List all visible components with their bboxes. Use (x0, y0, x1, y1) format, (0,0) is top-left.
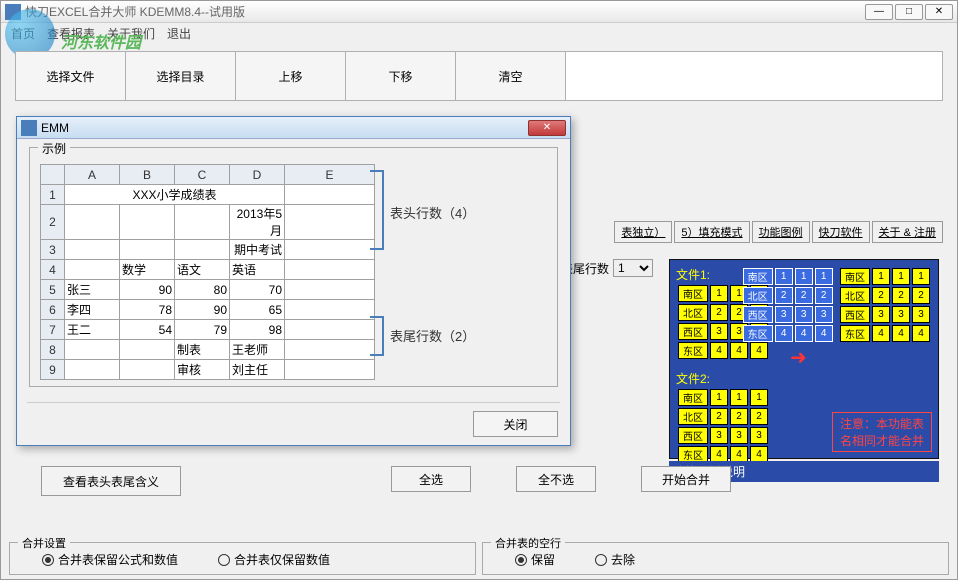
tab-software[interactable]: 快刀软件 (812, 221, 870, 243)
menu-exit[interactable]: 退出 (161, 23, 197, 43)
radio-remove-blank[interactable]: 去除 (595, 551, 635, 568)
select-file-button[interactable]: 选择文件 (16, 52, 126, 100)
move-up-button[interactable]: 上移 (236, 52, 346, 100)
merge-settings-group: 合并设置 合并表保留公式和数值 合并表仅保留数值 (9, 542, 476, 575)
select-none-button[interactable]: 全不选 (516, 466, 596, 492)
toolbar: 选择文件 选择目录 上移 下移 清空 (15, 51, 943, 101)
maximize-button[interactable]: □ (895, 4, 923, 20)
titlebar: 快刀EXCEL合并大师 KDEMM8.4--试用版 — □ ✕ (1, 1, 957, 23)
file2-label: 文件2: (676, 370, 932, 387)
example-legend: 示例 (38, 140, 70, 157)
modal-title: EMM (41, 121, 528, 135)
select-all-button[interactable]: 全选 (391, 466, 471, 492)
modal-titlebar: EMM ✕ (17, 117, 570, 139)
select-dir-button[interactable]: 选择目录 (126, 52, 236, 100)
radio-value-only[interactable]: 合并表仅保留数值 (218, 551, 330, 568)
tab-independent[interactable]: 表独立） (614, 221, 672, 243)
header-footer-meaning-button[interactable]: 查看表头表尾含义 (41, 466, 181, 496)
menubar: 首页 查看报表 关于我们 退出 (1, 23, 957, 43)
modal-close-button[interactable]: 关闭 (473, 411, 558, 437)
close-button[interactable]: ✕ (925, 4, 953, 20)
footer-rows-annotation: 表尾行数（2） (390, 326, 475, 345)
minimize-button[interactable]: — (865, 4, 893, 20)
merge-blank-group: 合并表的空行 保留 去除 (482, 542, 949, 575)
tab-register[interactable]: 关于 & 注册 (872, 221, 943, 243)
tabstrip: 表独立） 5）填充模式 功能图例 快刀软件 关于 & 注册 (614, 221, 943, 243)
radio-keep-blank[interactable]: 保留 (515, 551, 555, 568)
excel-example-table: A B C D E 1XXX小学成绩表 22013年5月 3期中考试 4数学语文… (40, 164, 375, 380)
merge-settings-legend: 合并设置 (18, 535, 70, 551)
tab-fill-mode[interactable]: 5）填充模式 (674, 221, 749, 243)
tab-legend[interactable]: 功能图例 (752, 221, 810, 243)
result-table: 南区111 北区222 西区333 东区444 (741, 266, 835, 344)
window-title: 快刀EXCEL合并大师 KDEMM8.4--试用版 (25, 3, 865, 20)
illustration-panel: 文件1: 南区111 北区222 西区333 东区444 南区111 北区222… (669, 259, 939, 459)
header-rows-annotation: 表头行数（4） (390, 203, 475, 222)
example-group: 示例 A B C D E 1XXX小学成绩表 22013年5月 3期中考试 4数… (29, 147, 558, 387)
emm-dialog: EMM ✕ 示例 A B C D E 1XXX小学成绩表 22013年5月 (16, 116, 571, 446)
file2-table: 南区111 北区222 西区333 东区444 (676, 387, 770, 465)
result-table2: 南区111 北区222 西区333 东区444 (838, 266, 932, 344)
move-down-button[interactable]: 下移 (346, 52, 456, 100)
radio-keep-formula[interactable]: 合并表保留公式和数值 (42, 551, 178, 568)
modal-close-x[interactable]: ✕ (528, 120, 566, 136)
modal-icon (21, 120, 37, 136)
arrow-icon: ➜ (790, 345, 807, 370)
merge-blank-legend: 合并表的空行 (491, 535, 565, 551)
start-merge-button[interactable]: 开始合并 (641, 466, 731, 492)
tail-row-control: 表尾行数 1 (561, 259, 653, 277)
tail-rows-select[interactable]: 1 (613, 259, 653, 277)
main-window: 快刀EXCEL合并大师 KDEMM8.4--试用版 — □ ✕ 首页 查看报表 … (0, 0, 958, 580)
illus-note: 注意：本功能表名相同才能合并 (832, 412, 932, 452)
footer-bracket-icon (370, 316, 384, 356)
clear-button[interactable]: 清空 (456, 52, 566, 100)
header-bracket-icon (370, 170, 384, 250)
